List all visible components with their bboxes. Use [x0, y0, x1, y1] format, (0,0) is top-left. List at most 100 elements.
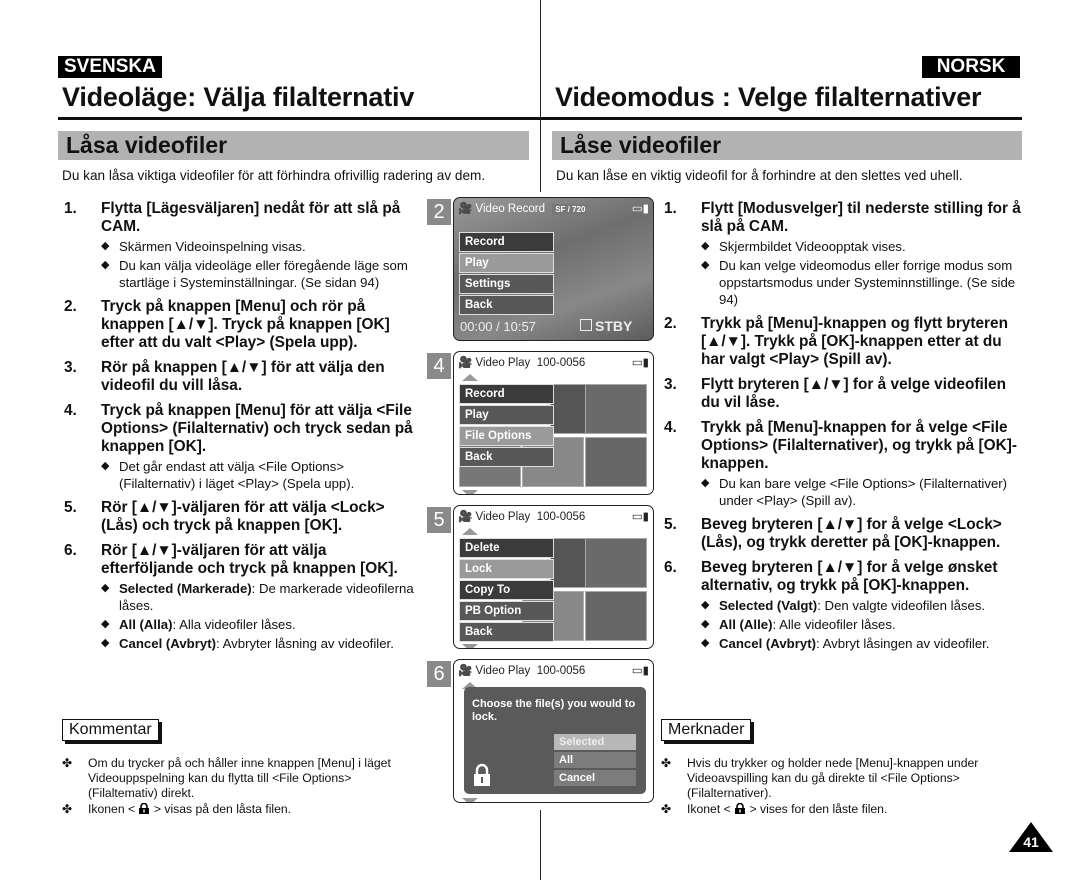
stop-icon — [580, 319, 592, 331]
menu-item-pb-option[interactable]: PB Option — [459, 601, 554, 621]
lock-options: Selected All Cancel — [554, 734, 636, 786]
step-text: Tryck på knappen [Menu] och rör på knapp… — [101, 298, 390, 351]
step-2: 2. Tryck på knappen [Menu] och rör på kna… — [64, 298, 419, 352]
language-label-norsk: NORSK — [922, 56, 1020, 78]
step-2: 2. Trykk på [Menu]-knappen og flytt bryte… — [664, 315, 1024, 369]
menu-item-back[interactable]: Back — [459, 622, 554, 642]
intro-norsk: Du kan låse en viktig videofil for å for… — [556, 168, 963, 183]
note-item: ✤ Ikonet < > vises for den låste filen. — [661, 802, 1031, 817]
menu-item-play[interactable]: Play — [459, 253, 554, 273]
note-text: Om du trycker på och håller inne knappen… — [88, 756, 391, 800]
note-text: > visas på den låsta filen. — [150, 802, 292, 816]
mode-label: Video Play — [475, 511, 531, 523]
lock-icon — [139, 803, 150, 814]
note-item: ✤ Om du trycker på och håller inne knappe… — [62, 756, 422, 801]
battery-icon: ▭▮ — [631, 357, 649, 369]
option-term: Cancel (Avbryt) — [719, 636, 816, 651]
menu-item-play[interactable]: Play — [459, 405, 554, 425]
menu-item-delete[interactable]: Delete — [459, 538, 554, 558]
scroll-down-icon[interactable] — [462, 798, 478, 802]
main-menu: Record Play File Options Back — [459, 384, 554, 468]
bullet: Det går endast att välja <File Options> … — [101, 458, 419, 492]
camcorder-icon: 🎥 — [458, 357, 473, 369]
option-bullet: Selected (Markerade): De markerade video… — [101, 580, 419, 614]
note-text: > vises for den låste filen. — [746, 802, 888, 816]
menu-item-record[interactable]: Record — [459, 384, 554, 404]
note-heading-norsk: Merknader — [661, 719, 752, 741]
file-number: 100-0056 — [536, 357, 586, 369]
note-text: Hvis du trykker og holder nede [Menu]-kn… — [687, 756, 979, 800]
menu-item-copy-to[interactable]: Copy To — [459, 580, 554, 600]
page-number: 41 — [1023, 834, 1039, 850]
dialog-message: Choose the file(s) you would to lock. — [472, 698, 636, 723]
file-options-menu: Delete Lock Copy To PB Option Back — [459, 538, 554, 643]
page-title-norsk: Videomodus : Velge filalternativer — [555, 82, 982, 112]
clover-bullet-icon: ✤ — [62, 756, 73, 770]
menu-item-lock[interactable]: Lock — [459, 559, 554, 579]
bullet: Skjermbildet Videoopptak vises. — [701, 238, 1024, 255]
step-text: Trykk på [Menu]-knappen og flytt brytere… — [701, 315, 1009, 368]
step-text: Flytt bryteren [▲/▼] for å velge videofi… — [701, 376, 1006, 411]
scroll-down-icon[interactable] — [462, 490, 478, 494]
screen-file-options-menu: 🎥 Video Play 100-0056 ▭▮ Delete Lock Copy… — [453, 505, 654, 649]
step-number: 1. — [664, 200, 677, 217]
thumbnail[interactable] — [585, 591, 647, 641]
step-3: 3. Flytt bryteren [▲/▼] for å velge video… — [664, 376, 1024, 412]
step-text: Trykk på [Menu]-knappen for å velge <Fil… — [701, 419, 1017, 472]
step-text: Flytt [Modusvelger] til nederste stillin… — [701, 200, 1021, 235]
option-term: Cancel (Avbryt) — [119, 636, 216, 651]
lock-icon — [474, 763, 490, 786]
step-number: 1. — [64, 200, 77, 217]
screen-badge: 2 — [427, 199, 451, 225]
note-text: Ikonet < — [687, 802, 735, 816]
step-4: 4. Trykk på [Menu]-knappen for å velge <F… — [664, 419, 1024, 509]
step-number: 6. — [64, 542, 77, 559]
step-1: 1. Flytt [Modusvelger] til nederste still… — [664, 200, 1024, 308]
bullet: Du kan välja videoläge eller föregående … — [101, 257, 419, 291]
step-text: Rör [▲/▼]-väljaren för att välja <Lock> … — [101, 499, 385, 534]
battery-icon: ▭▮ — [631, 665, 649, 677]
screen-video-play-menu: 🎥 Video Play 100-0056 ▭▮ Record Play File… — [453, 351, 654, 495]
scroll-down-icon[interactable] — [462, 644, 478, 648]
option-all[interactable]: All — [554, 752, 636, 768]
language-label-svenska: SVENSKA — [58, 56, 162, 78]
menu-item-record[interactable]: Record — [459, 232, 554, 252]
option-bullet: All (Alla): Alla videofiler låses. — [101, 616, 419, 633]
center-divider-lower — [540, 810, 541, 880]
menu-item-back[interactable]: Back — [459, 447, 554, 467]
option-bullet: Cancel (Avbryt): Avbryter låsning av vid… — [101, 635, 419, 652]
thumbnail[interactable] — [585, 437, 647, 487]
option-desc: : Alla videofiler låses. — [172, 617, 296, 632]
record-time: 00:00 / 10:57 — [460, 319, 536, 334]
option-term: Selected (Valgt) — [719, 598, 818, 613]
step-5: 5. Rör [▲/▼]-väljaren för att välja <Lock… — [64, 499, 419, 535]
option-selected[interactable]: Selected — [554, 734, 636, 750]
camcorder-icon: 🎥 — [458, 203, 473, 215]
option-cancel[interactable]: Cancel — [554, 770, 636, 786]
menu-item-back[interactable]: Back — [459, 295, 554, 315]
step-number: 5. — [664, 516, 677, 533]
clover-bullet-icon: ✤ — [62, 802, 73, 816]
mode-label: Video Play — [475, 665, 531, 677]
step-number: 2. — [664, 315, 677, 332]
menu-item-file-options[interactable]: File Options — [459, 426, 554, 446]
option-bullet: Selected (Valgt): Den valgte videofilen … — [701, 597, 1024, 614]
battery-icon: ▭▮ — [631, 203, 649, 215]
thumbnail[interactable] — [585, 538, 647, 588]
step-number: 2. — [64, 298, 77, 315]
lock-dialog: Choose the file(s) you would to lock. Se… — [464, 687, 646, 794]
step-4: 4. Tryck på knappen [Menu] för att välja … — [64, 402, 419, 492]
option-term: Selected (Markerade) — [119, 581, 252, 596]
scroll-up-icon[interactable] — [462, 528, 478, 535]
option-term: All (Alle) — [719, 617, 773, 632]
camcorder-icon: 🎥 — [458, 665, 473, 677]
battery-icon: ▭▮ — [631, 511, 649, 523]
scroll-up-icon[interactable] — [462, 374, 478, 381]
thumbnail[interactable] — [585, 384, 647, 434]
step-6: 6. Beveg bryteren [▲/▼] for å velge ønske… — [664, 559, 1024, 652]
menu-item-settings[interactable]: Settings — [459, 274, 554, 294]
step-text: Beveg bryteren [▲/▼] for å velge <Lock> … — [701, 516, 1002, 551]
section-heading-svenska: Låsa videofiler — [58, 131, 529, 160]
clover-bullet-icon: ✤ — [661, 802, 672, 816]
screen-header: 🎥 Video Record SF / 720 ▭▮ — [458, 201, 649, 217]
